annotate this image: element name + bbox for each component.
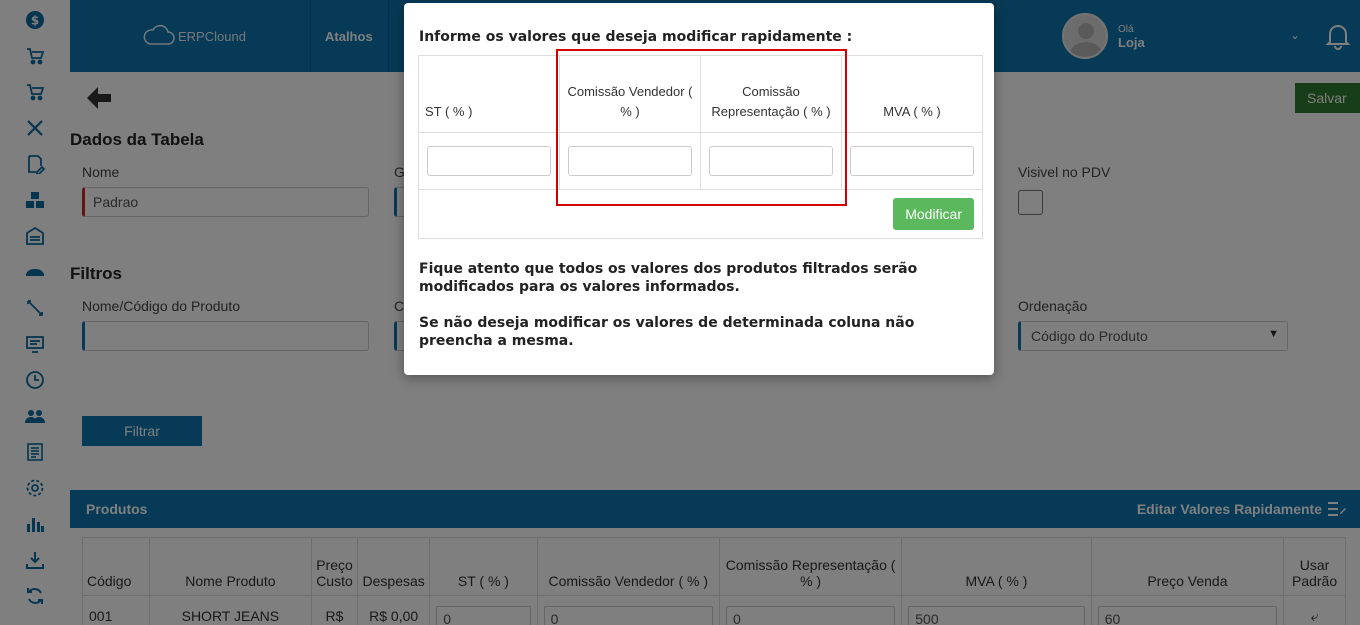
column-header: ST ( % ) [418, 55, 560, 133]
modal-heading: Informe os valores que deseja modificar … [419, 29, 853, 45]
column-header: MVA ( % ) [841, 55, 983, 133]
modify-button[interactable]: Modificar [893, 198, 974, 230]
st-input[interactable] [427, 146, 551, 176]
modal-notice: Fique atento que todos os valores dos pr… [419, 261, 918, 295]
modal-notice: Se não deseja modificar os valores de de… [419, 315, 915, 349]
mva-input[interactable] [850, 146, 974, 176]
highlight-box [556, 49, 847, 206]
